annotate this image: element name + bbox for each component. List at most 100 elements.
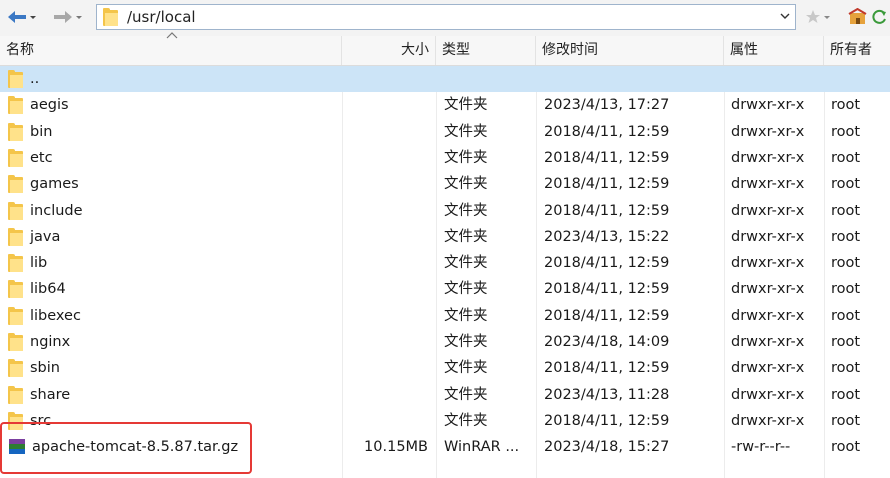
back-button[interactable] [6,6,38,28]
file-owner: root [831,308,861,324]
refresh-icon [872,9,886,24]
file-owner: root [831,176,861,192]
file-row[interactable]: share 文件夹 2023/4/13, 11:28 drwxr-xr-x ro… [0,382,890,408]
file-attributes: -rw-r--r-- [731,439,791,455]
file-owner: root [831,334,861,350]
path-text: /usr/local [127,8,196,26]
column-modified[interactable]: 修改时间 [536,36,724,65]
file-type: 文件夹 [444,124,488,140]
file-size [340,250,428,276]
path-dropdown-button[interactable] [779,10,791,25]
file-row[interactable]: java 文件夹 2023/4/13, 15:22 drwxr-xr-x roo… [0,224,890,250]
file-row[interactable]: etc 文件夹 2018/4/11, 12:59 drwxr-xr-x root [0,145,890,171]
file-row[interactable]: include 文件夹 2018/4/11, 12:59 drwxr-xr-x … [0,198,890,224]
column-attributes[interactable]: 属性 [724,36,824,65]
column-owner[interactable]: 所有者 [824,36,890,65]
parent-directory-row[interactable]: .. [0,66,890,92]
folder-icon [8,122,24,142]
file-name: java [30,229,61,245]
folder-icon [8,385,24,405]
arrow-right-icon [54,11,72,23]
file-name: bin [30,124,53,140]
file-name: aegis [30,97,69,113]
file-owner: root [831,150,861,166]
file-attributes: drwxr-xr-x [731,255,805,271]
file-owner: root [831,97,861,113]
file-size [340,171,428,197]
column-size[interactable]: 大小 [342,36,436,65]
folder-icon [8,358,24,378]
file-type: 文件夹 [444,281,488,297]
file-size [340,145,428,171]
file-size [340,355,428,381]
file-attributes: drwxr-xr-x [731,281,805,297]
folder-icon [8,306,24,326]
refresh-button[interactable] [872,6,888,28]
folder-icon [8,69,24,89]
arrow-left-icon [8,11,26,23]
file-size [340,224,428,250]
chevron-down-icon [824,16,830,19]
forward-button[interactable] [52,6,84,28]
file-size [340,408,428,434]
chevron-down-icon [780,13,790,19]
file-attributes: drwxr-xr-x [731,308,805,324]
file-row[interactable]: nginx 文件夹 2023/4/18, 14:09 drwxr-xr-x ro… [0,329,890,355]
file-row[interactable]: aegis 文件夹 2023/4/13, 17:27 drwxr-xr-x ro… [0,92,890,118]
file-row[interactable]: bin 文件夹 2018/4/11, 12:59 drwxr-xr-x root [0,119,890,145]
folder-icon [8,253,24,273]
file-size: 10.15MB [364,439,428,455]
file-attributes: drwxr-xr-x [731,176,805,192]
column-name[interactable]: 名称 [0,32,342,65]
toolbar: /usr/local [0,0,890,36]
sort-ascending-icon [166,30,178,42]
file-attributes: drwxr-xr-x [731,360,805,376]
folder-icon [8,332,24,352]
file-size [340,382,428,408]
file-size [340,92,428,118]
column-type[interactable]: 类型 [436,36,536,65]
file-modified: 2023/4/18, 14:09 [544,334,670,350]
file-name: etc [30,150,53,166]
file-row[interactable]: games 文件夹 2018/4/11, 12:59 drwxr-xr-x ro… [0,171,890,197]
file-attributes: drwxr-xr-x [731,334,805,350]
file-name: libexec [30,308,81,324]
file-type: 文件夹 [444,255,488,271]
home-icon [848,8,867,24]
file-modified: 2018/4/11, 12:59 [544,176,670,192]
file-modified: 2018/4/11, 12:59 [544,255,670,271]
file-name: apache-tomcat-8.5.87.tar.gz [32,439,239,455]
home-button[interactable] [848,6,868,28]
file-type: 文件夹 [444,308,488,324]
file-size [340,276,428,302]
file-owner: root [831,413,861,429]
file-modified: 2018/4/11, 12:59 [544,203,670,219]
file-row[interactable]: lib 文件夹 2018/4/11, 12:59 drwxr-xr-x root [0,250,890,276]
file-owner: root [831,387,861,403]
file-owner: root [831,124,861,140]
file-row[interactable]: sbin 文件夹 2018/4/11, 12:59 drwxr-xr-x roo… [0,355,890,381]
file-size [340,119,428,145]
file-name: lib [30,255,48,271]
file-modified: 2018/4/11, 12:59 [544,124,670,140]
file-type: 文件夹 [444,176,488,192]
file-attributes: drwxr-xr-x [731,150,805,166]
chevron-down-icon [30,16,36,19]
path-field[interactable]: /usr/local [96,4,796,30]
file-size [340,303,428,329]
file-modified: 2023/4/13, 15:22 [544,229,670,245]
file-type: 文件夹 [444,360,488,376]
file-modified: 2023/4/13, 11:28 [544,387,670,403]
file-row[interactable]: lib64 文件夹 2018/4/11, 12:59 drwxr-xr-x ro… [0,276,890,302]
bookmark-button[interactable] [804,6,832,28]
file-owner: root [831,203,861,219]
file-modified: 2018/4/11, 12:59 [544,150,670,166]
file-row[interactable]: libexec 文件夹 2018/4/11, 12:59 drwxr-xr-x … [0,303,890,329]
file-owner: root [831,229,861,245]
file-row[interactable]: apache-tomcat-8.5.87.tar.gz 10.15MB WinR… [0,434,890,460]
file-owner: root [831,439,861,455]
folder-icon [103,7,119,27]
file-row[interactable]: src 文件夹 2018/4/11, 12:59 drwxr-xr-x root [0,408,890,434]
file-owner: root [831,360,861,376]
chevron-down-icon [76,16,82,19]
